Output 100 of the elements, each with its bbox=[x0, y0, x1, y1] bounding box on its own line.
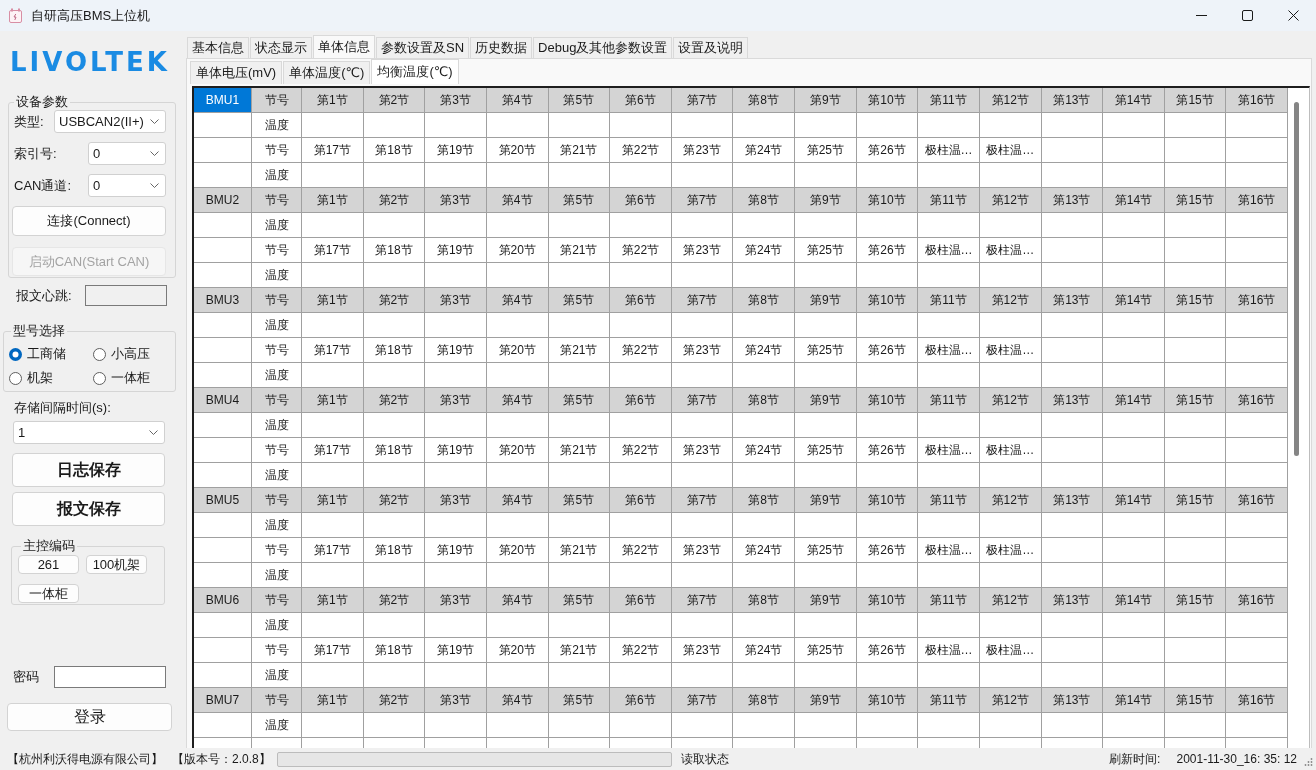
table-cell bbox=[194, 238, 252, 263]
table-cell bbox=[671, 313, 734, 338]
sub-tab[interactable]: 单体电压(mV) bbox=[190, 61, 283, 84]
sub-tab[interactable]: 单体温度(℃) bbox=[283, 61, 371, 84]
radio-label: 机架 bbox=[27, 369, 53, 387]
channel-dropdown[interactable]: 0 bbox=[88, 174, 166, 197]
table-cell bbox=[363, 113, 426, 138]
table-cell bbox=[733, 113, 795, 138]
table-cell bbox=[1164, 113, 1227, 138]
table-cell bbox=[194, 638, 252, 663]
code-button[interactable]: 一体柜 bbox=[18, 584, 79, 603]
header-cell: 第1节 bbox=[302, 488, 364, 513]
close-icon[interactable] bbox=[1287, 10, 1299, 21]
tab[interactable]: 参数设置及SN bbox=[376, 37, 470, 58]
table-cell bbox=[1041, 613, 1104, 638]
table-cell bbox=[302, 713, 364, 738]
header-cell: 第12节 bbox=[979, 88, 1042, 113]
table-cell bbox=[733, 313, 795, 338]
code-button[interactable]: 261 bbox=[18, 555, 79, 574]
table-cell: 第24节 bbox=[733, 638, 795, 663]
header-cell: 第8节 bbox=[733, 388, 795, 413]
table-cell bbox=[671, 113, 734, 138]
header-cell: 节号 bbox=[252, 488, 302, 513]
table-cell bbox=[918, 313, 980, 338]
header-cell: 第13节 bbox=[1041, 688, 1104, 713]
tab[interactable]: 状态显示 bbox=[250, 37, 312, 58]
table-cell bbox=[194, 113, 252, 138]
table-cell bbox=[1164, 638, 1227, 663]
header-cell: 第4节 bbox=[486, 388, 549, 413]
tab[interactable]: 基本信息 bbox=[187, 37, 249, 58]
header-cell: 第16节 bbox=[1226, 88, 1288, 113]
table-cell: 第26节 bbox=[856, 138, 919, 163]
interval-dropdown[interactable]: 1 bbox=[13, 421, 165, 444]
header-cell: 第2节 bbox=[363, 188, 426, 213]
password-field[interactable] bbox=[54, 666, 166, 688]
tab[interactable]: 历史数据 bbox=[470, 37, 533, 58]
table-cell bbox=[486, 513, 549, 538]
header-cell: 第15节 bbox=[1164, 488, 1227, 513]
header-cell: 第12节 bbox=[979, 388, 1042, 413]
table-cell bbox=[610, 213, 672, 238]
table-cell bbox=[486, 413, 549, 438]
code-button[interactable]: 100机架 bbox=[86, 555, 147, 574]
bmu-label-cell[interactable]: BMU3 bbox=[194, 288, 252, 313]
header-cell: 第1节 bbox=[302, 288, 364, 313]
tab[interactable]: 单体信息 bbox=[313, 35, 375, 58]
index-dropdown[interactable]: 0 bbox=[88, 142, 166, 165]
refresh-time-label: 刷新时间: bbox=[1109, 750, 1161, 768]
header-cell: 第14节 bbox=[1103, 288, 1165, 313]
header-cell: 第16节 bbox=[1226, 288, 1288, 313]
tab[interactable]: Debug及其他参数设置 bbox=[533, 37, 673, 58]
maximize-icon[interactable] bbox=[1241, 10, 1253, 21]
radio-button[interactable] bbox=[9, 347, 22, 361]
scrollbar-thumb[interactable] bbox=[1294, 102, 1299, 456]
radio-button[interactable] bbox=[93, 371, 106, 385]
table-cell bbox=[671, 613, 734, 638]
header-cell: 第9节 bbox=[795, 488, 857, 513]
table-cell: 第23节 bbox=[671, 438, 734, 463]
table-cell bbox=[918, 713, 980, 738]
table-cell: 节号 bbox=[252, 138, 302, 163]
header-cell: 节号 bbox=[252, 388, 302, 413]
header-cell: 第2节 bbox=[363, 488, 426, 513]
connect-button[interactable]: 连接(Connect) bbox=[12, 206, 166, 236]
log-save-button[interactable]: 日志保存 bbox=[12, 453, 165, 487]
radio-button[interactable] bbox=[93, 347, 106, 361]
message-save-button[interactable]: 报文保存 bbox=[12, 492, 165, 526]
table-cell bbox=[363, 313, 426, 338]
type-dropdown[interactable]: USBCAN2(II+) bbox=[54, 110, 166, 133]
table-cell: 第25节 bbox=[795, 438, 857, 463]
table-cell bbox=[671, 513, 734, 538]
bmu-label-cell[interactable]: BMU2 bbox=[194, 188, 252, 213]
header-cell: 第7节 bbox=[671, 288, 734, 313]
login-button[interactable]: 登录 bbox=[7, 703, 172, 731]
table-cell bbox=[918, 513, 980, 538]
bmu-label-cell[interactable]: BMU6 bbox=[194, 588, 252, 613]
radio-button[interactable] bbox=[9, 371, 22, 385]
table-cell bbox=[1164, 213, 1227, 238]
table-cell: 第26节 bbox=[856, 238, 919, 263]
table-cell: 第19节 bbox=[425, 438, 487, 463]
header-cell: 节号 bbox=[252, 688, 302, 713]
table-cell bbox=[1226, 238, 1288, 263]
table-cell: 极柱温… bbox=[979, 438, 1042, 463]
header-cell: 第13节 bbox=[1041, 488, 1104, 513]
table-cell bbox=[1041, 113, 1104, 138]
bmu-label-cell[interactable]: BMU1 bbox=[194, 88, 252, 113]
app-icon bbox=[9, 8, 22, 23]
resize-grip-icon[interactable] bbox=[1303, 757, 1313, 767]
table-cell bbox=[1041, 213, 1104, 238]
table-cell: 温度 bbox=[252, 213, 302, 238]
bmu-label-cell[interactable]: BMU7 bbox=[194, 688, 252, 713]
bmu-label-cell[interactable]: BMU4 bbox=[194, 388, 252, 413]
table-cell bbox=[1041, 438, 1104, 463]
bmu-label-cell[interactable]: BMU5 bbox=[194, 488, 252, 513]
table-cell: 第18节 bbox=[363, 338, 426, 363]
table-cell bbox=[1226, 713, 1288, 738]
header-cell: 第16节 bbox=[1226, 688, 1288, 713]
tab[interactable]: 设置及说明 bbox=[673, 37, 749, 58]
sub-tab[interactable]: 均衡温度(℃) bbox=[371, 59, 459, 84]
table-cell bbox=[548, 213, 611, 238]
table-cell bbox=[1103, 138, 1165, 163]
group-title: 主控编码 bbox=[21, 538, 77, 554]
